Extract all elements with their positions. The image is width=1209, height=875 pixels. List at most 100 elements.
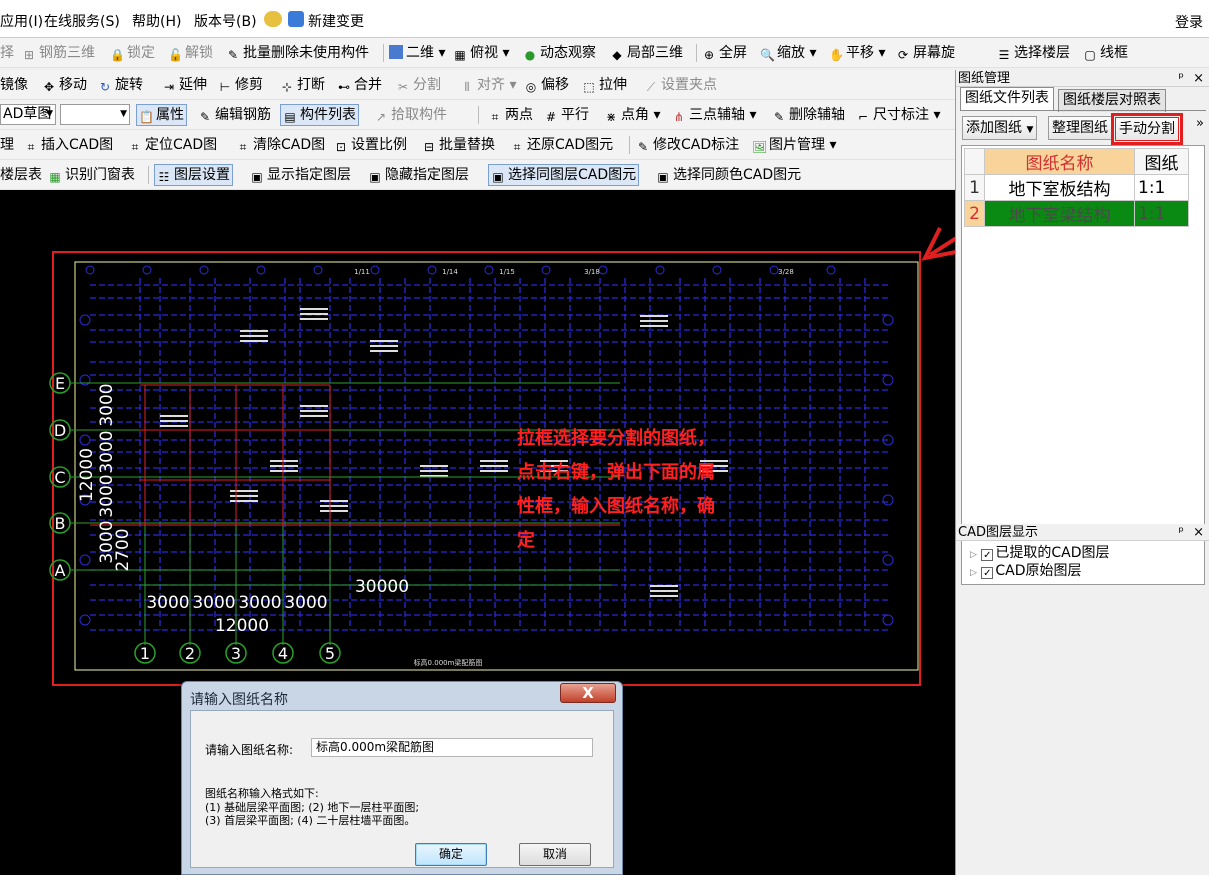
offset-button[interactable]: ◎ 偏移 bbox=[524, 75, 569, 95]
rebar-3d-button[interactable]: ⊞ 钢筋三维 bbox=[22, 43, 95, 63]
fullscreen-button[interactable]: ⊕ 全屏 bbox=[702, 43, 747, 63]
drawing-name-cell[interactable]: 地下室梁结构 bbox=[984, 200, 1135, 227]
drawing-name-input[interactable]: 标高0.000m梁配筋图 bbox=[311, 738, 593, 757]
merge-button[interactable]: ⊷ 合并 bbox=[337, 75, 382, 95]
rotate-button[interactable]: ↻ 旋转 bbox=[98, 75, 143, 95]
hide-layer-button[interactable]: ▣ 隐藏指定图层 bbox=[368, 165, 469, 185]
zoom-button[interactable]: 🔍 缩放 ▾ bbox=[760, 43, 816, 63]
edit-rebar-button[interactable]: ✎ 编辑钢筋 bbox=[198, 105, 271, 125]
drawing-scale-cell[interactable]: 1:1 bbox=[1134, 174, 1189, 201]
add-drawing-button[interactable]: 添加图纸 ▼ bbox=[962, 116, 1038, 140]
clear-cad-button[interactable]: ⌗ 清除CAD图 bbox=[236, 135, 326, 155]
table-row[interactable]: 2 地下室梁结构 1:1 bbox=[964, 200, 1189, 227]
menu-apply[interactable]: 应用(I) bbox=[0, 11, 43, 31]
locate-cad-button[interactable]: ⌗ 定位CAD图 bbox=[128, 135, 218, 155]
ok-button[interactable]: 确定 bbox=[415, 843, 487, 866]
pin-icon[interactable]: ᵖ bbox=[1178, 524, 1184, 541]
unlock-button[interactable]: 🔓 解锁 bbox=[168, 43, 213, 63]
pick-icon: ↗ bbox=[375, 110, 387, 124]
cad-layer-combo[interactable]: AD草图 ▼ bbox=[0, 104, 56, 125]
tree-item-original-layers[interactable]: ▷ ✓ CAD原始图层 bbox=[970, 560, 1082, 580]
manage-button[interactable]: 理 bbox=[0, 135, 14, 155]
checkbox-icon[interactable]: ✓ bbox=[981, 567, 994, 579]
batch-delete-button[interactable]: ✎ 批量删除未使用构件 bbox=[226, 43, 369, 63]
text-mark bbox=[160, 425, 188, 427]
text-mark bbox=[240, 340, 268, 342]
menu-help[interactable]: 帮助(H) bbox=[132, 11, 181, 31]
column-header-scale[interactable]: 图纸 bbox=[1134, 148, 1189, 175]
expand-icon[interactable]: ▷ bbox=[970, 568, 977, 578]
dialog-close-button[interactable]: X bbox=[560, 683, 616, 703]
delete-axis-button[interactable]: ✎ 删除辅轴 bbox=[772, 105, 845, 125]
drawing-name-cell[interactable]: 地下室板结构 bbox=[984, 174, 1135, 201]
manual-split-button[interactable]: 手动分割 bbox=[1111, 113, 1183, 145]
screen-rotate-button[interactable]: ⟳屏幕旋转 bbox=[896, 43, 955, 63]
restore-cad-button[interactable]: ⌗ 还原CAD图元 bbox=[510, 135, 614, 155]
table-row[interactable]: 1 地下室板结构 1:1 bbox=[964, 174, 1189, 201]
two-point-button[interactable]: ⌗ 两点 bbox=[488, 105, 533, 125]
identify-door-window-button[interactable]: ▦ 识别门窗表 bbox=[48, 165, 135, 185]
local-3d-button[interactable]: ◆ 局部三维 bbox=[610, 43, 683, 63]
break-button[interactable]: ⊹ 打断 bbox=[280, 75, 325, 95]
top-axis-label: 1/14 bbox=[442, 268, 458, 276]
pin-icon[interactable]: ᵖ bbox=[1178, 70, 1184, 87]
menu-online-service[interactable]: 在线服务(S) bbox=[44, 11, 120, 31]
axis-bubble bbox=[484, 265, 494, 275]
insert-cad-button[interactable]: ⌗ 插入CAD图 bbox=[24, 135, 114, 155]
text-mark bbox=[300, 308, 328, 310]
move-button[interactable]: ✥ 移动 bbox=[42, 75, 87, 95]
batch-replace-button[interactable]: ⊟ 批量替换 bbox=[422, 135, 495, 155]
floor-table-button[interactable]: 楼层表 bbox=[0, 165, 42, 185]
pick-component-button[interactable]: ↗ 拾取构件 bbox=[374, 105, 447, 125]
view-2d-button[interactable]: 二维 ▾ bbox=[389, 43, 445, 63]
dynamic-observe-button[interactable]: ● 动态观察 bbox=[523, 43, 596, 63]
trim-button[interactable]: ⊢ 修剪 bbox=[218, 75, 263, 95]
menu-version[interactable]: 版本号(B) bbox=[194, 11, 257, 31]
select-floor-button[interactable]: ☰ 选择楼层 bbox=[997, 43, 1070, 63]
tree-item-extracted-layers[interactable]: ▷ ✓ 已提取的CAD图层 bbox=[970, 542, 1110, 562]
drawing-list[interactable]: 图纸名称 图纸 1 地下室板结构 1:1 2 地下室梁结构 1:1 bbox=[961, 145, 1205, 585]
set-scale-button[interactable]: ⊡ 设置比例 bbox=[334, 135, 407, 155]
column-header-name[interactable]: 图纸名称 bbox=[984, 148, 1135, 175]
mirror-button[interactable]: 镜像 bbox=[0, 75, 28, 95]
layer-settings-button[interactable]: ☷ 图层设置 bbox=[154, 164, 233, 186]
menu-new-change[interactable]: 新建变更 bbox=[308, 11, 364, 31]
axis-bubble bbox=[370, 265, 380, 275]
three-point-axis-button[interactable]: ⋔ 三点辅轴 ▾ bbox=[672, 105, 757, 125]
close-icon[interactable]: × bbox=[1193, 70, 1204, 87]
new-change-icon[interactable] bbox=[288, 11, 304, 27]
cancel-button[interactable]: 取消 bbox=[519, 843, 591, 866]
split-button[interactable]: ✂ 分割 bbox=[396, 75, 441, 95]
dimension-button[interactable]: ⌐ 尺寸标注 ▾ bbox=[856, 105, 941, 125]
batch-delete-icon: ✎ bbox=[227, 48, 239, 62]
select-same-color-button[interactable]: ▣ 选择同颜色CAD图元 bbox=[656, 165, 801, 185]
drawing-scale-cell[interactable]: 1:1 bbox=[1134, 200, 1189, 227]
image-manage-button[interactable]: 🖼 图片管理 ▾ bbox=[752, 135, 836, 155]
arrange-drawing-button[interactable]: 整理图纸 bbox=[1048, 116, 1112, 140]
floor-combo[interactable]: ▼ bbox=[60, 104, 130, 125]
properties-button[interactable]: 📋 属性 bbox=[136, 104, 187, 126]
extend-button[interactable]: ⇥ 延伸 bbox=[162, 75, 207, 95]
parallel-button[interactable]: # 平行 bbox=[544, 105, 589, 125]
avatar-icon[interactable] bbox=[264, 11, 282, 27]
lock-button[interactable]: 🔒 锁定 bbox=[110, 43, 155, 63]
select-button[interactable]: 择 bbox=[0, 43, 14, 63]
align-button[interactable]: ⫴ 对齐 ▾ bbox=[460, 75, 516, 95]
pan-button[interactable]: ✋ 平移 ▾ bbox=[829, 43, 885, 63]
show-layer-button[interactable]: ▣ 显示指定图层 bbox=[250, 165, 351, 185]
modify-cad-dimension-button[interactable]: ✎ 修改CAD标注 bbox=[636, 135, 739, 155]
login-link[interactable]: 登录 bbox=[1175, 12, 1203, 32]
component-list-button[interactable]: ▤ 构件列表 bbox=[280, 104, 359, 126]
set-grip-button[interactable]: ⟋ 设置夹点 bbox=[644, 75, 717, 95]
wireframe-button[interactable]: ▢ 线框 bbox=[1083, 43, 1128, 63]
tab-drawing-floor-map[interactable]: 图纸楼层对照表 bbox=[1058, 89, 1166, 112]
expand-icon[interactable]: ▷ bbox=[970, 550, 977, 560]
tab-drawing-file-list[interactable]: 图纸文件列表 bbox=[960, 87, 1054, 110]
select-same-layer-button[interactable]: ▣ 选择同图层CAD图元 bbox=[488, 164, 640, 186]
stretch-button[interactable]: ⬚ 拉伸 bbox=[582, 75, 627, 95]
point-angle-button[interactable]: ⋇ 点角 ▾ bbox=[604, 105, 661, 125]
more-icon[interactable]: » bbox=[1196, 116, 1204, 131]
top-view-button[interactable]: ▦ 俯视 ▾ bbox=[453, 43, 509, 63]
close-icon[interactable]: × bbox=[1193, 524, 1204, 541]
drawing-name-dialog: 请输入图纸名称 X 请输入图纸名称: 标高0.000m梁配筋图 图纸名称输入格式… bbox=[181, 681, 623, 875]
